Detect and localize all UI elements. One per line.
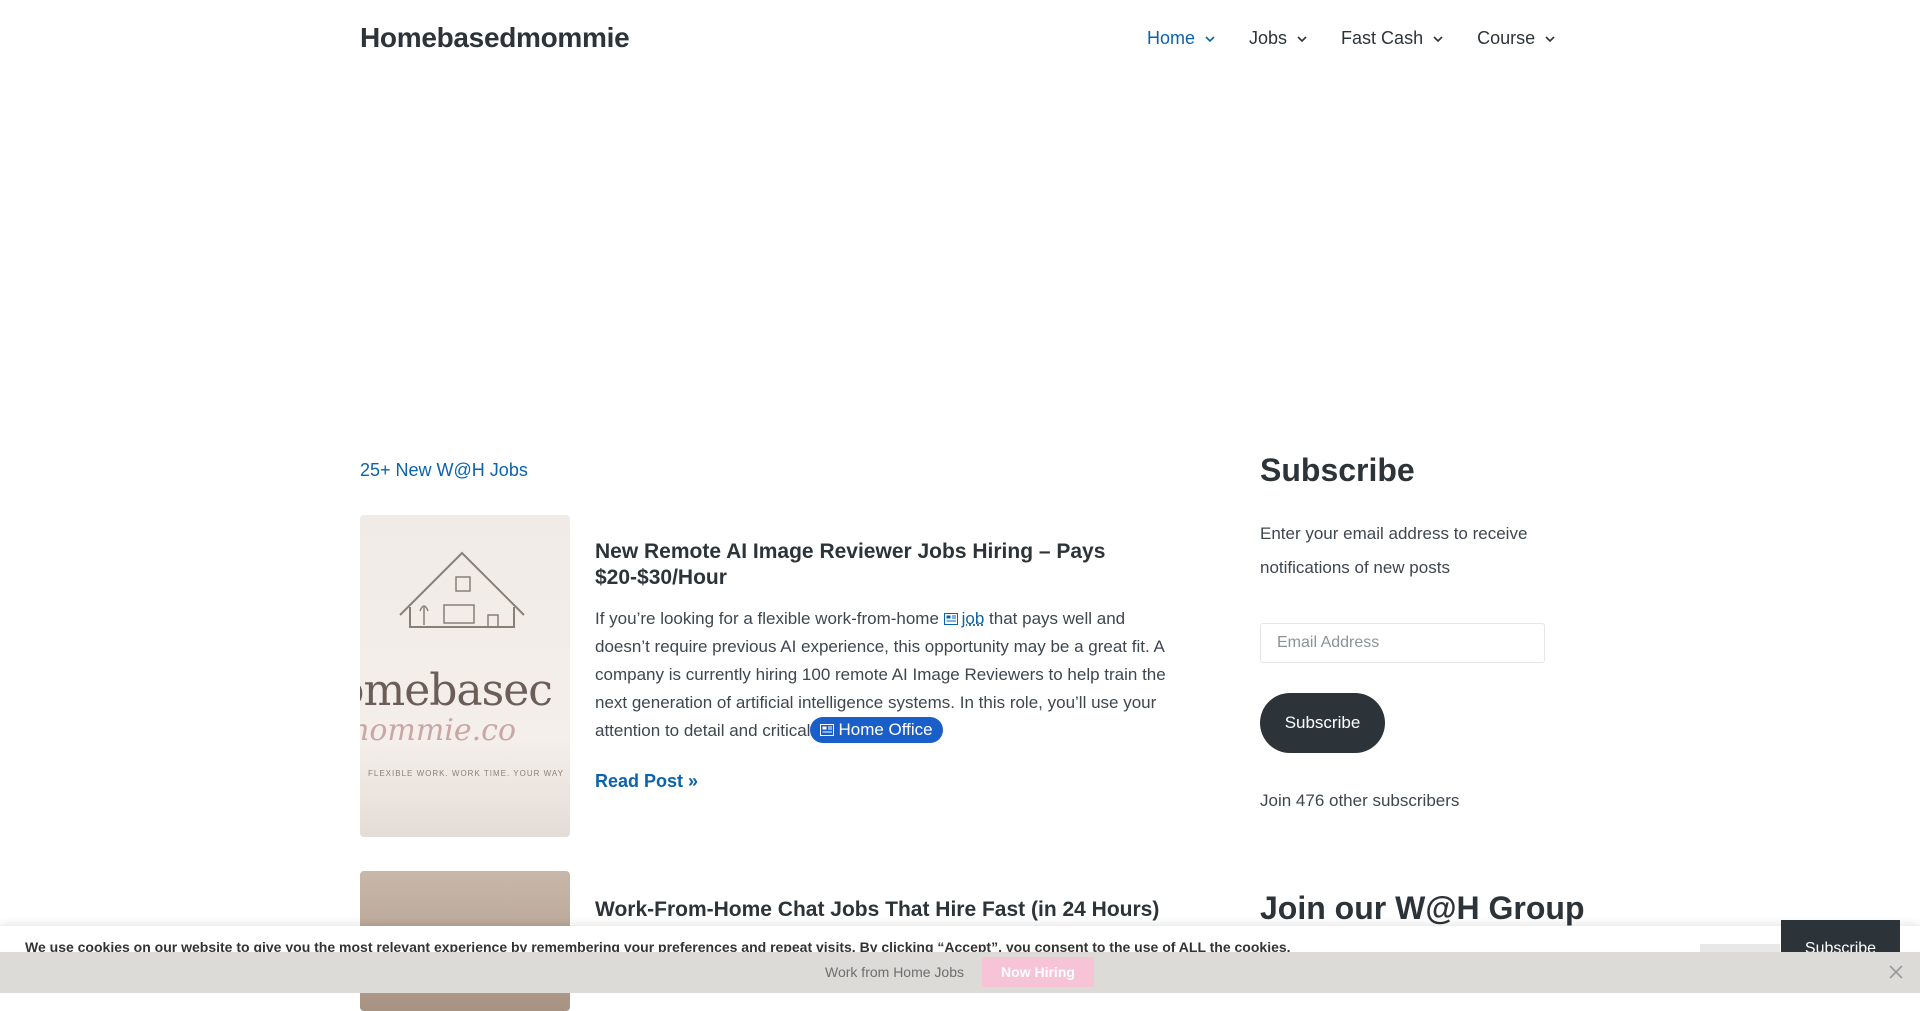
thumbnail-tagline: FLEXIBLE WORK. WORK TIME. YOUR WAY: [368, 769, 564, 778]
read-more-link[interactable]: Read Post »: [595, 771, 1180, 792]
nav-item-home[interactable]: Home: [1147, 28, 1215, 49]
nav-label: Fast Cash: [1341, 28, 1424, 48]
nav-item-fast-cash[interactable]: Fast Cash: [1341, 28, 1443, 49]
home-office-pill[interactable]: Home Office: [810, 717, 943, 743]
group-title: Join our W@H Group: [1260, 890, 1585, 926]
subscribe-button[interactable]: Subscribe: [1260, 693, 1385, 753]
promo-bar: Work from Home Jobs Now Hiring: [0, 952, 1920, 993]
thumbnail-logo-text: omebasec: [360, 665, 553, 716]
cookie-banner: We use cookies on our website to give yo…: [0, 926, 1920, 955]
chevron-down-icon: [1545, 35, 1555, 42]
now-hiring-button[interactable]: Now Hiring: [982, 957, 1094, 987]
nav-label: Course: [1477, 28, 1536, 48]
site-header: Homebasedmommie Home Jobs Fast Cash Cour…: [0, 0, 1920, 80]
post-body: New Remote AI Image Reviewer Jobs Hiring…: [595, 515, 1180, 792]
subscribe-title: Subscribe: [1260, 452, 1415, 488]
chevron-down-icon: [1433, 35, 1443, 42]
nav-item-jobs[interactable]: Jobs: [1249, 28, 1307, 49]
post-title[interactable]: Work-From-Home Chat Jobs That Hire Fast …: [595, 897, 1180, 923]
sidebar: Subscribe Enter your email address to re…: [1260, 440, 1545, 811]
main-nav: Home Jobs Fast Cash Course: [1147, 28, 1555, 49]
post-title[interactable]: New Remote AI Image Reviewer Jobs Hiring…: [595, 539, 1180, 591]
post-thumbnail[interactable]: omebasec nommie.co FLEXIBLE WORK. WORK T…: [360, 515, 570, 837]
excerpt-text: If you’re looking for a flexible work-fr…: [595, 609, 944, 628]
chevron-down-icon: [1205, 35, 1215, 42]
chevron-down-icon: [1297, 35, 1307, 42]
keyword-link-label: job: [961, 609, 985, 628]
email-field[interactable]: [1260, 623, 1545, 663]
pill-label: Home Office: [838, 720, 933, 739]
post-body: Work-From-Home Chat Jobs That Hire Fast …: [595, 871, 1180, 923]
nav-item-course[interactable]: Course: [1477, 28, 1555, 49]
subscriber-count: Join 476 other subscribers: [1260, 791, 1460, 810]
close-icon[interactable]: [1889, 965, 1903, 979]
promo-label: Work from Home Jobs: [825, 964, 964, 980]
site-title[interactable]: Homebasedmommie: [360, 22, 630, 54]
thumbnail-logo-subtext: nommie.co: [360, 713, 517, 748]
house-illustration: [399, 551, 525, 628]
keyword-link-job[interactable]: job: [943, 609, 985, 628]
newspaper-icon: [820, 724, 835, 736]
category-link[interactable]: 25+ New W@H Jobs: [360, 460, 528, 481]
post-excerpt: If you’re looking for a flexible work-fr…: [595, 605, 1180, 745]
subscribe-description: Enter your email address to receive noti…: [1260, 524, 1528, 577]
nav-label: Jobs: [1249, 28, 1288, 48]
nav-label: Home: [1147, 28, 1196, 48]
newspaper-icon: [943, 613, 958, 625]
